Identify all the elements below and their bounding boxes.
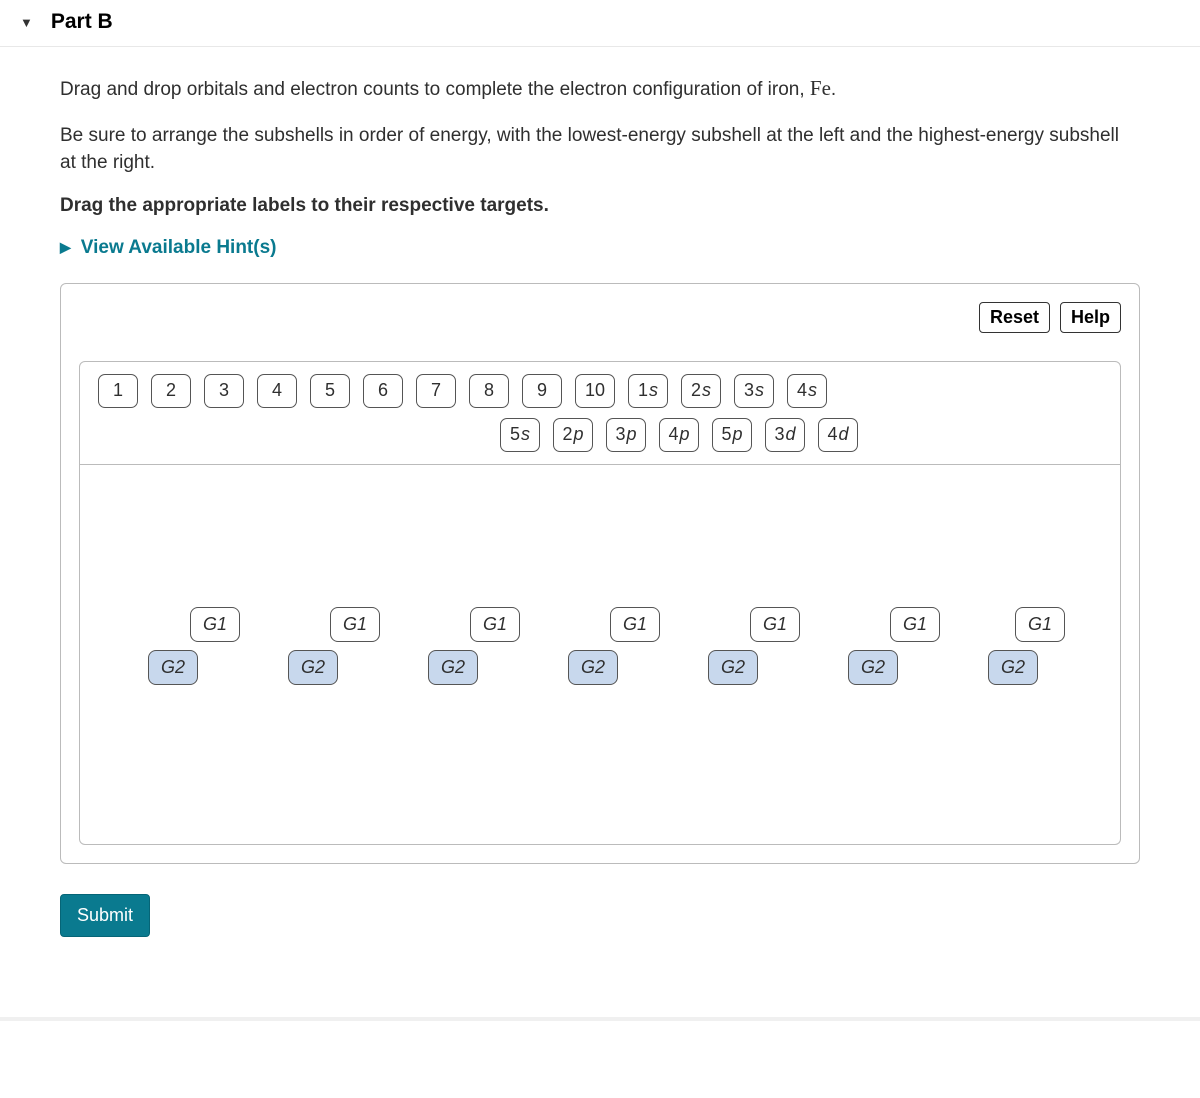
content-area: Drag and drop orbitals and electron coun… [0, 47, 1200, 977]
target-slot-g2[interactable]: G2 [148, 650, 198, 685]
palette-chip-3p[interactable]: 3p [606, 418, 646, 452]
palette-chip-7[interactable]: 7 [416, 374, 456, 408]
target-pair: G1G2 [148, 607, 240, 685]
hints-label: View Available Hint(s) [81, 237, 277, 259]
chevron-right-icon: ▶ [60, 239, 71, 256]
instruction-line-1: Drag and drop orbitals and electron coun… [60, 73, 1140, 104]
target-pair: G1G2 [708, 607, 800, 685]
palette-chip-10[interactable]: 10 [575, 374, 615, 408]
target-slot-g1[interactable]: G1 [190, 607, 240, 642]
target-slot-g2[interactable]: G2 [288, 650, 338, 685]
palette-chip-4d[interactable]: 4d [818, 418, 858, 452]
target-slot-g2[interactable]: G2 [848, 650, 898, 685]
target-slot-g1[interactable]: G1 [610, 607, 660, 642]
target-pair-row: G1G2G1G2G1G2G1G2G1G2G1G2G1G2 [80, 607, 1120, 685]
palette-chip-2[interactable]: 2 [151, 374, 191, 408]
submit-button[interactable]: Submit [60, 894, 150, 937]
target-pair: G1G2 [428, 607, 520, 685]
target-pair: G1G2 [988, 607, 1080, 685]
target-slot-g2[interactable]: G2 [428, 650, 478, 685]
palette-chip-3d[interactable]: 3d [765, 418, 805, 452]
palette-chip-5s[interactable]: 5s [500, 418, 540, 452]
palette-chip-4s[interactable]: 4s [787, 374, 827, 408]
activity-canvas: Reset Help 123456789101s2s3s4s 5s2p3p4p5… [60, 283, 1140, 864]
palette-chip-1[interactable]: 1 [98, 374, 138, 408]
palette-chip-5[interactable]: 5 [310, 374, 350, 408]
target-pair: G1G2 [288, 607, 380, 685]
target-slot-g1[interactable]: G1 [890, 607, 940, 642]
palette-row-1: 123456789 10 1s 2s 3s 4s [98, 374, 1102, 408]
palette-chip-1s[interactable]: 1s [628, 374, 668, 408]
instruction-bold: Drag the appropriate labels to their res… [60, 195, 1140, 217]
palette-chip-3s[interactable]: 3s [734, 374, 774, 408]
footer-divider [0, 1017, 1200, 1021]
part-title: Part B [51, 10, 113, 34]
drop-area: G1G2G1G2G1G2G1G2G1G2G1G2G1G2 [79, 465, 1121, 845]
palette-chip-4p[interactable]: 4p [659, 418, 699, 452]
palette-chip-2p[interactable]: 2p [553, 418, 593, 452]
target-slot-g1[interactable]: G1 [1015, 607, 1065, 642]
target-slot-g2[interactable]: G2 [568, 650, 618, 685]
palette-chip-9[interactable]: 9 [522, 374, 562, 408]
hints-toggle[interactable]: ▶ View Available Hint(s) [60, 237, 1140, 259]
part-header[interactable]: ▼ Part B [0, 0, 1200, 47]
palette-chip-8[interactable]: 8 [469, 374, 509, 408]
target-pair: G1G2 [568, 607, 660, 685]
target-pair: G1G2 [848, 607, 940, 685]
element-symbol: Fe [810, 76, 831, 100]
palette-chip-2s[interactable]: 2s [681, 374, 721, 408]
target-slot-g2[interactable]: G2 [988, 650, 1038, 685]
palette-chip-4[interactable]: 4 [257, 374, 297, 408]
palette-chip-6[interactable]: 6 [363, 374, 403, 408]
canvas-toolbar: Reset Help [79, 302, 1121, 333]
palette-chip-3[interactable]: 3 [204, 374, 244, 408]
collapse-icon: ▼ [20, 15, 33, 30]
reset-button[interactable]: Reset [979, 302, 1050, 333]
label-palette: 123456789 10 1s 2s 3s 4s 5s 2p 3p 4p 5p 3d 4d [79, 361, 1121, 465]
target-slot-g1[interactable]: G1 [470, 607, 520, 642]
target-slot-g2[interactable]: G2 [708, 650, 758, 685]
palette-row-2: 5s 2p 3p 4p 5p 3d 4d [256, 418, 1102, 452]
palette-chip-5p[interactable]: 5p [712, 418, 752, 452]
instruction-line-2: Be sure to arrange the subshells in orde… [60, 122, 1140, 177]
target-slot-g1[interactable]: G1 [330, 607, 380, 642]
target-slot-g1[interactable]: G1 [750, 607, 800, 642]
help-button[interactable]: Help [1060, 302, 1121, 333]
